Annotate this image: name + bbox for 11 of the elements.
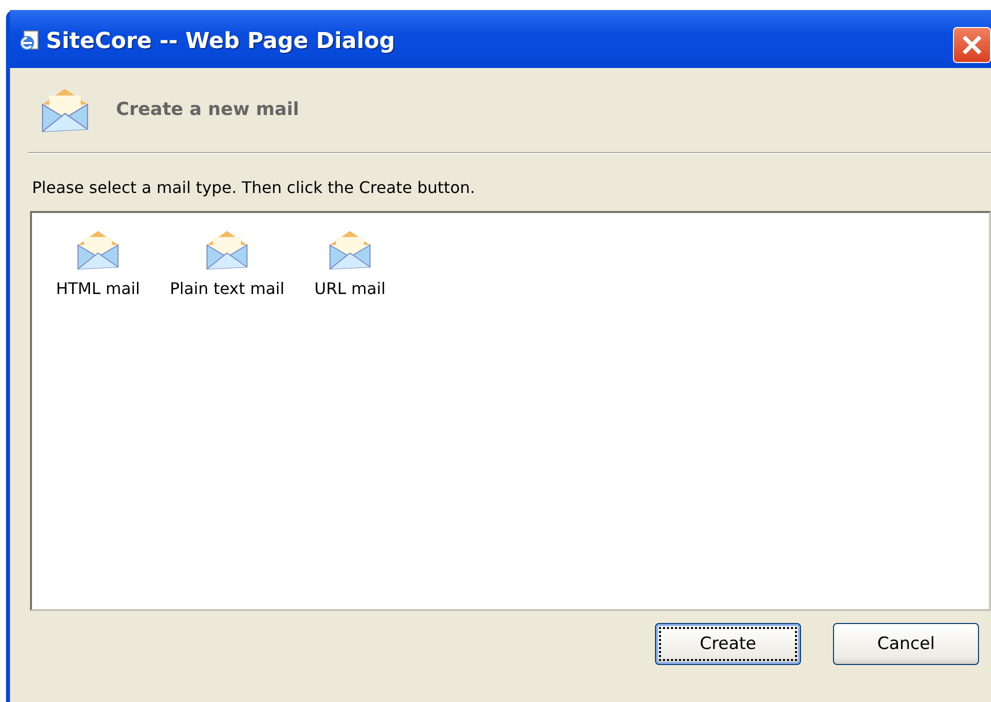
close-button[interactable] [953,27,991,63]
cancel-button[interactable]: Cancel [833,623,979,665]
mail-type-label[interactable]: URL mail [314,279,386,298]
window-title: SiteCore -- Web Page Dialog [46,28,396,54]
close-icon [961,34,983,56]
browser-icon [18,30,40,52]
create-button[interactable]: Create [655,623,801,665]
instruction-text: Please select a mail type. Then click the Create button. [32,178,476,197]
mail-type-label[interactable]: HTML mail [56,279,140,298]
mail-type-label[interactable]: Plain text mail [170,279,284,298]
dialog-heading: Create a new mail [116,98,300,120]
